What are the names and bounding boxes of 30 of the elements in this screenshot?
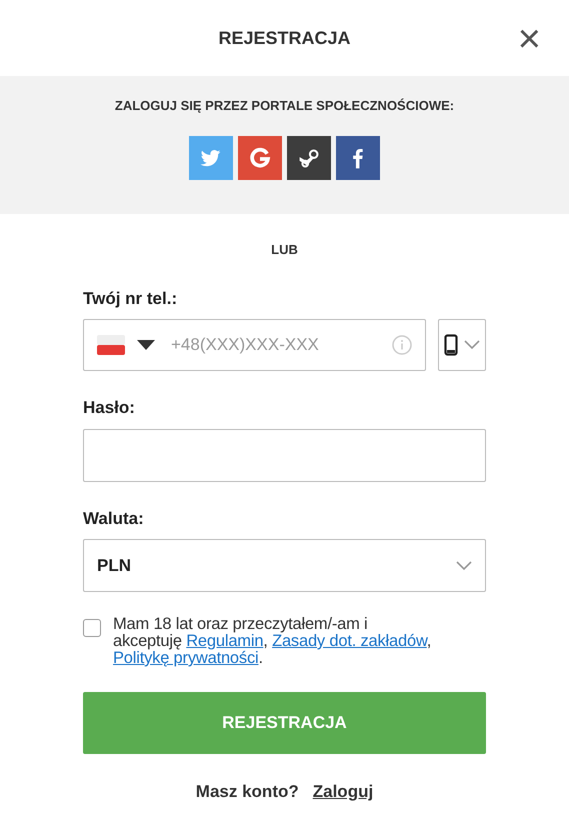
chevron-icon xyxy=(456,560,472,570)
phone-input[interactable]: +48(XXX)XXX-XXX xyxy=(171,332,392,358)
google-login-button[interactable] xyxy=(238,136,282,180)
account-question: Masz konto? xyxy=(196,781,299,803)
dialog-title: REJESTRACJA xyxy=(218,26,351,50)
consent-checkbox[interactable] xyxy=(83,619,101,637)
caret-icon xyxy=(137,340,155,350)
phone-field[interactable]: +48(XXX)XXX-XXX xyxy=(83,319,426,371)
register-button[interactable]: REJESTRACJA xyxy=(83,692,486,754)
chevron-icon xyxy=(464,340,480,350)
phone-icon xyxy=(444,334,458,356)
field-label: Waluta: xyxy=(83,508,145,530)
policy-link[interactable]: Zasady dot. zakładów xyxy=(272,632,427,650)
currency-dropdown[interactable]: PLN xyxy=(83,539,486,592)
close-button[interactable]: × xyxy=(518,22,541,56)
device-dropdown[interactable] xyxy=(438,319,486,371)
consent-text: Mam 18 lat oraz przeczytałem/-am i akceptuję Regulamin, Zasady dot. zakładów, Politykę prywatności. xyxy=(113,616,432,667)
social-heading: ZALOGUJ SIĘ PRZEZ PORTALE SPOŁECZNOŚCIOWE: xyxy=(114,97,454,115)
flag-icon xyxy=(97,335,125,355)
password-field[interactable] xyxy=(83,428,486,482)
separator-text: LUB xyxy=(271,241,298,259)
steam-login-button[interactable] xyxy=(287,136,331,180)
field-label: Twój nr tel.: xyxy=(83,288,178,310)
policy-link[interactable]: Regulamin xyxy=(186,632,264,650)
login-link[interactable]: Zaloguj xyxy=(312,779,374,804)
field-label: Hasło: xyxy=(83,397,136,419)
info-icon xyxy=(392,335,412,355)
policy-link[interactable]: Politykę prywatności xyxy=(113,649,258,667)
facebook-login-button[interactable] xyxy=(336,136,380,180)
twitter-login-button[interactable] xyxy=(189,136,233,180)
